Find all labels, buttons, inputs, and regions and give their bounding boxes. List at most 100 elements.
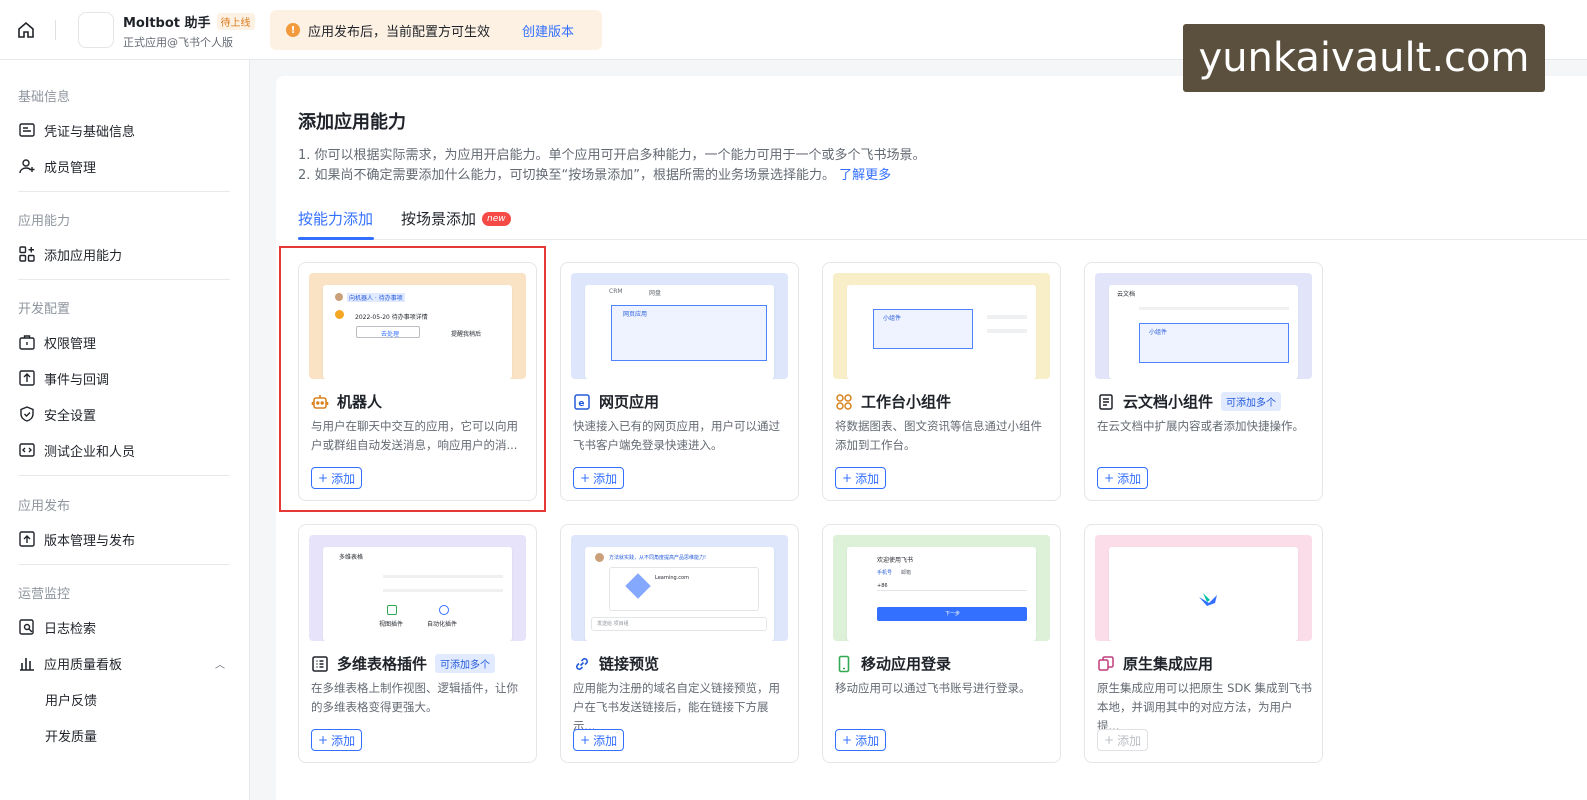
- sidebar-item-label: 用户反馈: [45, 693, 98, 709]
- add-web-app-button[interactable]: + 添加: [573, 467, 625, 489]
- capability-card-mobile-login[interactable]: 欢迎使用飞书 手机号 邮箱 +86 下一步 移动应用登录 移动应用可以通过飞书账…: [822, 524, 1061, 763]
- placeholder-line: [383, 589, 503, 592]
- app-subtitle: 正式应用@飞书个人版: [123, 36, 233, 49]
- sidebar-item-logs[interactable]: 日志检索: [18, 615, 96, 639]
- add-doc-widget-button[interactable]: + 添加: [1097, 467, 1149, 489]
- create-version-link[interactable]: 创建版本: [522, 21, 574, 40]
- sidebar-section-capability: 应用能力: [18, 214, 71, 229]
- bot-preview: 向机器人 · 待办事项 2022-05-20 待办事项详情 去处理 提醒我稍后: [309, 273, 526, 379]
- status-badge: 待上线: [216, 13, 255, 30]
- login-preview: 欢迎使用飞书 手机号 邮箱 +86 下一步: [833, 535, 1050, 641]
- widget-icon: [835, 393, 853, 411]
- tab-by-capability[interactable]: 按能力添加: [298, 208, 373, 229]
- sidebar-divider: [18, 564, 230, 565]
- multi-add-badge: 可添加多个: [435, 654, 496, 673]
- add-bitable-plugin-button[interactable]: + 添加: [311, 729, 363, 751]
- capability-card-native-app[interactable]: 原生集成应用 原生集成应用可以把原生 SDK 集成到飞书本地，并调用其中的对应方…: [1084, 524, 1323, 763]
- sidebar-item-label: 应用质量看板: [44, 657, 123, 673]
- add-bot-button[interactable]: + 添加: [311, 467, 363, 489]
- description-line-1: 1. 你可以根据实际需求，为应用开启能力。单个应用可开启多种能力，一个能力可用于…: [298, 148, 926, 163]
- mobile-icon: [835, 655, 853, 673]
- preview-window: 小组件: [847, 285, 1036, 379]
- preview-text: 视图插件: [379, 621, 404, 628]
- preview-text: 小组件: [883, 315, 902, 322]
- sidebar-item-feedback[interactable]: 用户反馈: [45, 687, 97, 711]
- add-native-app-button[interactable]: + 添加: [1097, 729, 1149, 751]
- sidebar-item-members[interactable]: 成员管理: [18, 154, 96, 178]
- capability-card-doc-widget[interactable]: 云文档 小组件 云文档小组件 可添加多个 在云文档中扩展内容或者添加快捷操作。 …: [1084, 262, 1323, 501]
- sidebar-item-label: 添加应用能力: [44, 248, 123, 264]
- sidebar: 基础信息 凭证与基础信息 成员管理 应用能力 添加应用能力 开发配置 权限管理 …: [0, 60, 250, 800]
- sidebar-item-permissions[interactable]: 权限管理: [18, 330, 96, 354]
- sidebar-item-label: 成员管理: [44, 160, 97, 176]
- sidebar-item-dev-quality[interactable]: 开发质量: [45, 723, 97, 747]
- app-name: Moltbot 助手 待上线: [123, 12, 255, 31]
- sidebar-item-label: 日志检索: [44, 621, 97, 637]
- preview-text: 向机器人 · 待办事项: [347, 293, 405, 302]
- add-label: 添加: [593, 471, 618, 486]
- link-icon: [573, 655, 591, 673]
- capability-card-web-app[interactable]: CRM 网盘 网页应用 e 网页应用 快速接入已有的网页应用，用户可以通过飞书客…: [560, 262, 799, 501]
- page-title: 添加应用能力: [298, 112, 406, 133]
- add-label: 添加: [1117, 733, 1142, 748]
- sidebar-item-quality[interactable]: 应用质量看板: [18, 651, 122, 675]
- bot-avatar: [335, 310, 344, 319]
- learn-more-link[interactable]: 了解更多: [839, 168, 891, 183]
- preview-window: 云文档 小组件: [1109, 285, 1298, 379]
- plus-icon: +: [318, 733, 329, 747]
- sidebar-item-label: 测试企业和人员: [44, 444, 136, 460]
- new-badge: new: [482, 211, 511, 226]
- description-line-2: 2. 如果尚不确定需要添加什么能力，可切换至“按场景添加”，根据所需的业务场景选…: [298, 164, 891, 183]
- add-link-preview-button[interactable]: + 添加: [573, 729, 625, 751]
- sidebar-item-version[interactable]: 版本管理与发布: [18, 527, 135, 551]
- capability-card-link-preview[interactable]: 方法就实践，从不同角度提高产品思维能力! Learning.com 发送给 项目…: [560, 524, 799, 763]
- notice-text: 应用发布后，当前配置方可生效: [308, 24, 491, 40]
- plus-icon: +: [1104, 733, 1115, 747]
- card-description: 原生集成应用可以把原生 SDK 集成到飞书本地，并调用其中的对应方法，为用户提.…: [1097, 681, 1313, 733]
- capability-card-bitable-plugin[interactable]: 多维表格 视图插件 自动化插件 多维表格插件 可添加多个 在多维表格上制作视图、…: [298, 524, 537, 763]
- sidebar-divider: [18, 279, 230, 280]
- native-preview: [1095, 535, 1312, 641]
- capability-card-widget[interactable]: 小组件 工作台小组件 将数据图表、图文资讯等信息通过小组件添加到工作台。 + 添加: [822, 262, 1061, 501]
- tab-by-scenario[interactable]: 按场景添加 new: [401, 208, 511, 229]
- sidebar-item-test-tenant[interactable]: 测试企业和人员: [18, 438, 135, 462]
- add-label: 添加: [331, 733, 356, 748]
- active-tab-indicator: [298, 237, 374, 240]
- doc-icon: [1097, 393, 1115, 411]
- home-icon[interactable]: [14, 18, 38, 42]
- card-description: 在云文档中扩展内容或者添加快捷操作。: [1097, 419, 1304, 433]
- sidebar-item-label: 凭证与基础信息: [44, 124, 136, 140]
- sidebar-item-label: 开发质量: [45, 729, 98, 745]
- svg-text:e: e: [578, 398, 584, 408]
- preview-text: 网盘: [649, 290, 662, 297]
- card-title: 工作台小组件: [835, 391, 951, 412]
- preview-text: 小组件: [1149, 329, 1168, 336]
- view-plugin-icon: [387, 605, 397, 615]
- preview-text: 云文档: [1117, 291, 1136, 298]
- sidebar-item-events[interactable]: 事件与回调: [18, 366, 109, 390]
- preview-window: 多维表格 视图插件 自动化插件: [323, 547, 512, 641]
- link-preview: 方法就实践，从不同角度提高产品思维能力! Learning.com 发送给 项目…: [571, 535, 788, 641]
- sidebar-item-credentials[interactable]: 凭证与基础信息: [18, 118, 135, 142]
- sidebar-item-label: 版本管理与发布: [44, 533, 136, 549]
- add-label: 添加: [855, 733, 880, 748]
- phone-field: [877, 581, 1027, 591]
- card-title: 多维表格插件 可添加多个: [311, 653, 496, 674]
- card-title: 移动应用登录: [835, 653, 951, 674]
- preview-text: 2022-05-20 待办事项详情: [355, 314, 428, 321]
- preview-text: 方法就实践，从不同角度提高产品思维能力!: [609, 555, 707, 561]
- watermark: yunkaivault.com: [1183, 24, 1545, 92]
- sidebar-item-add-capability[interactable]: 添加应用能力: [18, 242, 122, 266]
- bitable-preview: 多维表格 视图插件 自动化插件: [309, 535, 526, 641]
- chevron-up-icon[interactable]: ︿: [215, 656, 225, 671]
- sidebar-item-security[interactable]: 安全设置: [18, 402, 96, 426]
- doc-preview: 云文档 小组件: [1095, 273, 1312, 379]
- warning-icon: !: [286, 23, 300, 37]
- add-widget-button[interactable]: + 添加: [835, 467, 887, 489]
- user-add-icon: [19, 159, 35, 174]
- card-description: 移动应用可以通过飞书账号进行登录。: [835, 681, 1031, 695]
- capability-card-bot[interactable]: 向机器人 · 待办事项 2022-05-20 待办事项详情 去处理 提醒我稍后 …: [298, 262, 537, 501]
- card-description: 快速接入已有的网页应用，用户可以通过飞书客户端免登录快速进入。: [573, 419, 780, 452]
- add-mobile-login-button[interactable]: + 添加: [835, 729, 887, 751]
- avatar: [595, 553, 604, 562]
